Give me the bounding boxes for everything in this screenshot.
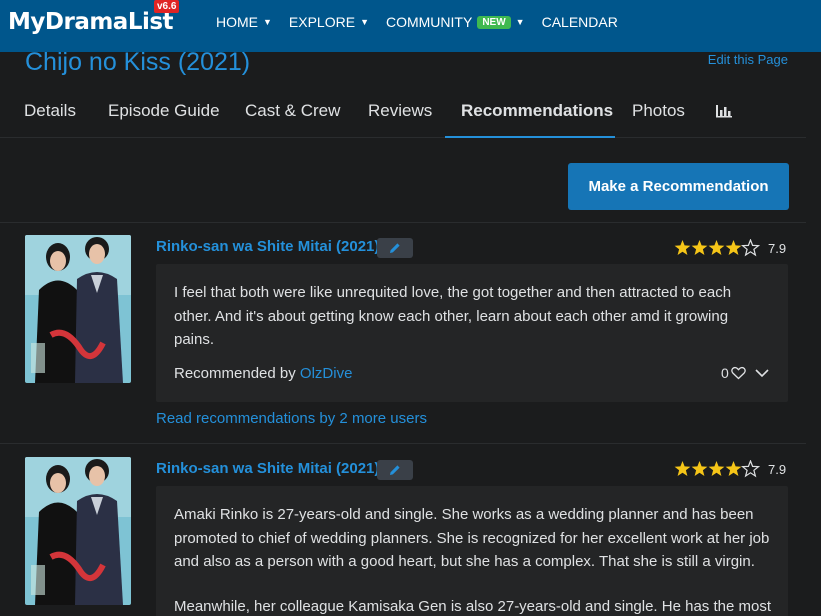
nav-item-label: EXPLORE <box>288 14 356 30</box>
tab-reviews[interactable]: Reviews <box>368 101 432 121</box>
top-navigation-bar: MyDramaList v6.6 HOME ▼ EXPLORE ▼ COMMUN… <box>0 0 821 52</box>
rating-value: 7.9 <box>768 240 787 256</box>
more-recommendations-link[interactable]: Read recommendations by 2 more users <box>156 410 427 427</box>
active-tab-indicator <box>445 136 615 138</box>
pencil-icon <box>390 465 400 475</box>
edit-page-link[interactable]: Edit this Page <box>708 52 788 67</box>
heart-icon[interactable] <box>730 366 746 380</box>
edit-recommendation-button[interactable] <box>377 460 413 480</box>
star-icons <box>674 239 760 257</box>
nav-item-community[interactable]: COMMUNITY NEW ▼ <box>386 14 525 30</box>
version-badge: v6.6 <box>154 0 180 13</box>
caret-down-icon: ▼ <box>515 17 525 27</box>
recommendation-poster[interactable] <box>25 457 131 605</box>
tab-bar: Details Episode Guide Cast & Crew Review… <box>0 88 806 138</box>
make-recommendation-button[interactable]: Make a Recommendation <box>568 163 789 210</box>
recommendation-text: Meanwhile, her colleague Kamisaka Gen is… <box>174 598 771 615</box>
edit-recommendation-button[interactable] <box>377 238 413 258</box>
caret-down-icon: ▼ <box>360 17 369 27</box>
nav-item-home[interactable]: HOME ▼ <box>216 14 272 30</box>
tab-recommendations[interactable]: Recommendations <box>461 101 613 121</box>
recommended-by-label: Recommended by <box>174 365 300 382</box>
section-divider <box>0 443 806 444</box>
rating-value: 7.9 <box>768 461 787 477</box>
tab-details[interactable]: Details <box>24 101 76 121</box>
chevron-down-icon[interactable] <box>755 368 769 378</box>
tab-episode-guide[interactable]: Episode Guide <box>108 101 220 121</box>
nav-item-calendar[interactable]: CALENDAR <box>542 14 618 30</box>
nav-item-label: CALENDAR <box>541 14 618 30</box>
recommendation-title-link[interactable]: Rinko-san wa Shite Mitai (2021) <box>156 238 379 255</box>
caret-down-icon: ▼ <box>263 17 272 27</box>
star-rating: 7.9 <box>674 239 786 257</box>
star-rating: 7.9 <box>674 460 786 478</box>
recommendation-body: Amaki Rinko is 27-years-old and single. … <box>156 486 788 616</box>
new-badge: NEW <box>477 15 511 29</box>
nav-item-label: COMMUNITY <box>385 14 473 30</box>
nav-item-explore[interactable]: EXPLORE ▼ <box>289 14 369 30</box>
recommendation-poster[interactable] <box>25 235 131 383</box>
tab-photos[interactable]: Photos <box>632 101 685 121</box>
recommendation-text: Amaki Rinko is 27-years-old and single. … <box>174 506 770 570</box>
recommended-by: Recommended by OlzDive <box>174 365 352 382</box>
star-icons <box>674 460 760 478</box>
like-counter[interactable]: 0 <box>721 365 769 381</box>
recommender-user-link[interactable]: OlzDive <box>300 365 353 382</box>
nav-menu: HOME ▼ EXPLORE ▼ COMMUNITY NEW ▼ CALENDA… <box>216 0 635 44</box>
recommendation-text: I feel that both were like unrequited lo… <box>174 284 732 348</box>
nav-item-label: HOME <box>216 14 258 30</box>
section-divider <box>0 222 806 223</box>
page-title[interactable]: Chijo no Kiss (2021) <box>25 48 250 77</box>
like-count: 0 <box>721 365 729 381</box>
recommendation-body: I feel that both were like unrequited lo… <box>156 264 788 402</box>
tab-cast-crew[interactable]: Cast & Crew <box>245 101 340 121</box>
bar-chart-icon[interactable] <box>715 103 733 119</box>
recommendation-title-link[interactable]: Rinko-san wa Shite Mitai (2021) <box>156 460 379 477</box>
pencil-icon <box>390 243 400 253</box>
site-logo[interactable]: MyDramaList v6.6 <box>8 0 180 38</box>
logo-text: MyDramaList <box>8 9 174 35</box>
